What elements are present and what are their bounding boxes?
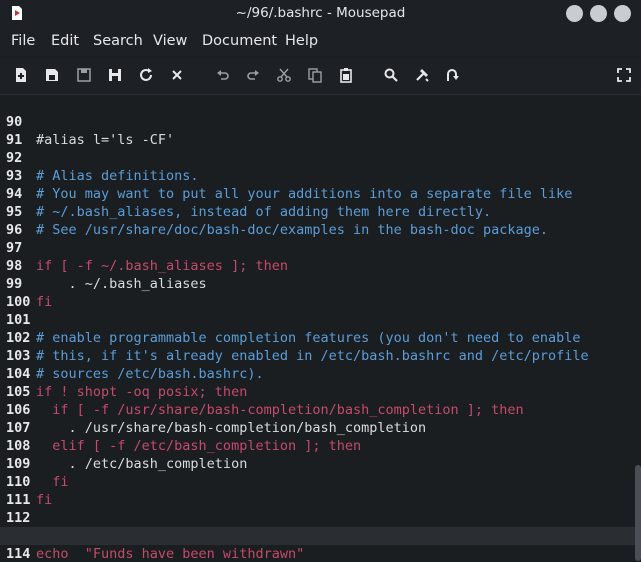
undo-icon[interactable] [213,65,233,85]
new-window-icon[interactable] [42,65,62,85]
text-editor[interactable]: 90 #alias l='ls -CF' 91 92 # Alias defin… [0,94,641,562]
menu-view[interactable]: View [153,33,187,49]
find-icon[interactable] [381,65,401,85]
save-icon[interactable] [74,65,94,85]
code-line: 115 [0,545,641,562]
reload-icon[interactable] [136,65,156,85]
find-replace-icon[interactable] [412,65,432,85]
window-title: ~/96/.bashrc - Mousepad [235,5,406,21]
code-line: 92 # Alias definitions. [0,131,641,184]
code-line: 105 if [ -f /usr/share/bash-completion/b… [0,365,641,418]
code-line: 103 # sources /etc/bash.bashrc). [0,329,641,382]
cut-icon[interactable] [274,65,294,85]
code-line: 91 [0,113,641,148]
code-line: 102 # this, if it's already enabled in /… [0,311,641,364]
window-controls [566,5,631,22]
close-icon[interactable] [167,65,187,85]
menu-edit[interactable]: Edit [51,33,79,49]
code-line: 95 # See /usr/share/doc/bash-doc/example… [0,185,641,238]
code-line: 96 [0,203,641,238]
copy-icon[interactable] [305,65,325,85]
code-line: 113 echo "Funds have been withdrawn" [0,509,641,562]
menu-search[interactable]: Search [93,33,143,49]
title-bar: ~/96/.bashrc - Mousepad [0,0,641,28]
vertical-scrollbar[interactable] [635,465,641,561]
code-line: 110 fi [0,455,641,508]
code-line: 108 . /etc/bash_completion [0,419,641,472]
minimize-button[interactable] [566,5,583,22]
fullscreen-icon[interactable] [614,65,634,85]
code-line: 107 elif [ -f /etc/bash_completion ]; th… [0,401,641,454]
code-line: 111 [0,473,641,508]
menu-help[interactable]: Help [285,33,318,49]
paste-icon[interactable] [336,65,356,85]
go-to-icon[interactable] [442,65,462,85]
menu-bar: File Edit Search View Document Help [0,28,641,56]
code-line: 101 # enable programmable completion fea… [0,293,641,346]
save-as-icon[interactable] [105,65,125,85]
toolbar [0,58,641,94]
code-line: 93 # You may want to put all your additi… [0,149,641,202]
new-document-icon[interactable] [11,65,31,85]
code-line: 99 fi [0,257,641,310]
menu-document[interactable]: Document [202,33,277,49]
code-line: 94 # ~/.bash_aliases, instead of adding … [0,167,641,220]
code-line: 100 [0,275,641,310]
code-line: 112 echo [0,491,641,544]
code-line: 109 fi [0,437,641,490]
maximize-button[interactable] [590,5,607,22]
redo-icon[interactable] [243,65,263,85]
code-line: 90 #alias l='ls -CF' [0,95,641,148]
code-line: 106 . /usr/share/bash-completion/bash_co… [0,383,641,436]
code-line: 104 if ! shopt -oq posix; then [0,347,641,400]
close-window-button[interactable] [614,5,631,22]
code-line: 97 if [ -f ~/.bash_aliases ]; then [0,221,641,274]
menu-file[interactable]: File [11,33,35,49]
code-line: 98 . ~/.bash_aliases [0,239,641,292]
current-code-line: 114 exit [0,527,641,562]
